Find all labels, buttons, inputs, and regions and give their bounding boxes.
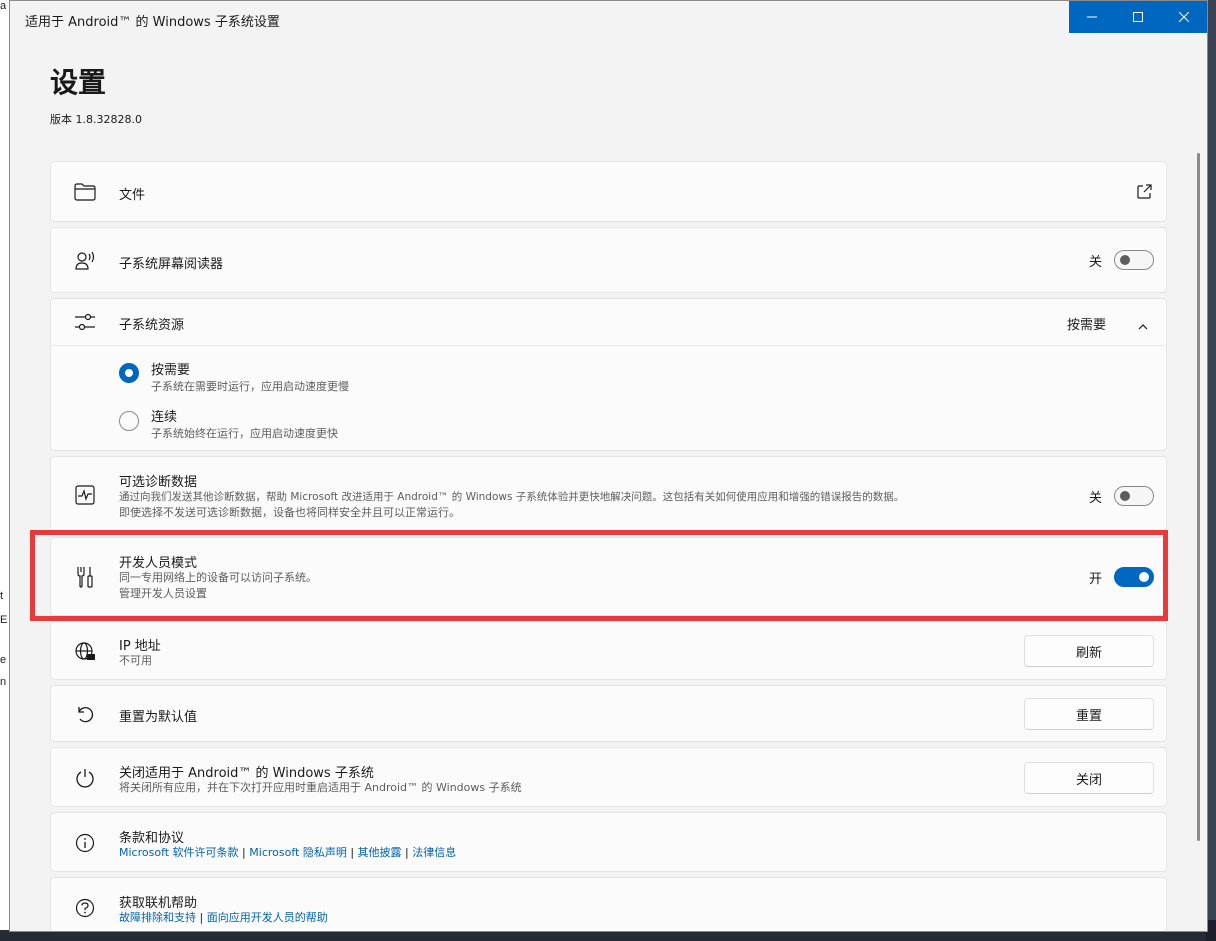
minimize-button[interactable] — [1069, 1, 1115, 33]
files-card[interactable]: 文件 — [50, 161, 1167, 222]
terms-card: 条款和协议 Microsoft 软件许可条款 | Microsoft 隐私声明 … — [50, 812, 1167, 872]
screen-reader-card: 子系统屏幕阅读器 关 — [50, 227, 1167, 293]
screen-reader-icon — [73, 249, 97, 273]
radio-continuous-label: 连续 — [151, 410, 178, 425]
screen-reader-label: 子系统屏幕阅读器 — [119, 257, 224, 272]
highlight-box — [30, 530, 1168, 621]
minimize-icon — [1087, 16, 1097, 18]
troubleshooting-link[interactable]: 故障排除和支持 — [119, 911, 196, 924]
background-text: a — [0, 0, 7, 12]
maximize-icon — [1133, 12, 1143, 22]
radio-on-demand-desc: 子系统在需要时运行，应用启动速度更慢 — [151, 380, 349, 393]
reset-label: 重置为默认值 — [119, 710, 198, 725]
radio-continuous[interactable] — [119, 411, 139, 431]
resources-header[interactable]: 子系统资源 按需要 — [51, 299, 1166, 345]
chevron-up-icon[interactable] — [1138, 316, 1148, 335]
folder-icon — [73, 180, 97, 204]
window-title: 适用于 Android™ 的 Windows 子系统设置 — [25, 15, 280, 30]
ip-address-value: 不可用 — [119, 654, 152, 667]
version-text: 版本 1.8.32828.0 — [50, 113, 142, 126]
diagnostics-label: 可选诊断数据 — [119, 475, 198, 490]
license-terms-link[interactable]: Microsoft 软件许可条款 — [119, 846, 239, 859]
developer-help-link[interactable]: 面向应用开发人员的帮助 — [207, 911, 328, 924]
privacy-statement-link[interactable]: Microsoft 隐私声明 — [249, 846, 347, 859]
activity-icon — [73, 483, 97, 507]
toggle-state-text: 关 — [1088, 490, 1102, 506]
scrollbar[interactable] — [1197, 153, 1200, 841]
diagnostics-desc-line2: 即使选择不发送可选诊断数据，设备也将同样安全并且可以正常运行。 — [119, 506, 460, 519]
diagnostics-toggle[interactable] — [1114, 486, 1154, 506]
page-title: 设置 — [50, 66, 107, 99]
globe-network-icon — [73, 640, 97, 664]
background-text: n — [0, 676, 7, 688]
link-separator: | — [238, 846, 250, 859]
close-button[interactable] — [1161, 1, 1207, 33]
diagnostics-toggle-wrap: 关 — [1089, 486, 1154, 506]
title-bar[interactable]: 适用于 Android™ 的 Windows 子系统设置 — [10, 1, 1207, 37]
sliders-icon — [73, 310, 97, 334]
power-icon — [73, 766, 97, 790]
resources-label: 子系统资源 — [119, 318, 185, 333]
shutdown-desc: 将关闭所有应用，并在下次打开应用时重启适用于 Android™ 的 Window… — [119, 781, 522, 794]
link-separator: | — [401, 846, 413, 859]
ip-address-card: IP 地址 不可用 刷新 — [50, 621, 1167, 680]
terms-label: 条款和协议 — [119, 831, 185, 846]
help-label: 获取联机帮助 — [119, 896, 198, 911]
link-separator: | — [346, 846, 358, 859]
help-links: 故障排除和支持 | 面向应用开发人员的帮助 — [119, 910, 328, 926]
toggle-knob — [1120, 491, 1130, 501]
toggle-knob — [1120, 255, 1130, 265]
background-text: E — [0, 614, 8, 626]
caption-buttons — [1069, 1, 1207, 33]
link-separator: | — [196, 911, 207, 924]
legal-info-link[interactable]: 法律信息 — [412, 846, 456, 859]
divider — [51, 345, 1166, 346]
close-icon — [1179, 12, 1189, 22]
background-text: e — [0, 654, 7, 666]
reset-button[interactable]: 重置 — [1024, 698, 1154, 730]
radio-continuous-desc: 子系统始终在运行，应用启动速度更快 — [151, 427, 338, 440]
maximize-button[interactable] — [1115, 1, 1161, 33]
question-icon — [73, 896, 97, 920]
settings-window: 适用于 Android™ 的 Windows 子系统设置 设置 版本 1.8.3… — [9, 0, 1208, 932]
screen-reader-toggle[interactable] — [1114, 250, 1154, 270]
other-disclosures-link[interactable]: 其他披露 — [358, 846, 402, 859]
shutdown-card: 关闭适用于 Android™ 的 Windows 子系统 将关闭所有应用，并在下… — [50, 747, 1167, 807]
diagnostics-card: 可选诊断数据 通过向我们发送其他诊断数据，帮助 Microsoft 改进适用于 … — [50, 456, 1167, 532]
radio-on-demand[interactable] — [119, 363, 139, 383]
undo-icon — [73, 702, 97, 726]
terms-links: Microsoft 软件许可条款 | Microsoft 隐私声明 | 其他披露… — [119, 845, 456, 861]
background-window-edge: a t E e n — [0, 0, 9, 941]
resources-selected-value: 按需要 — [1066, 318, 1106, 333]
shutdown-label: 关闭适用于 Android™ 的 Windows 子系统 — [119, 766, 374, 781]
resources-card: 子系统资源 按需要 按需要 子系统在需要时运行，应用启动速度更慢 连续 子系统始… — [50, 298, 1167, 451]
background-text: t — [0, 590, 4, 602]
info-icon — [73, 831, 97, 855]
diagnostics-desc-line1: 通过向我们发送其他诊断数据，帮助 Microsoft 改进适用于 Android… — [119, 491, 905, 503]
files-label: 文件 — [119, 188, 146, 203]
reset-card: 重置为默认值 重置 — [50, 685, 1167, 742]
open-external-icon[interactable] — [1137, 184, 1152, 203]
shutdown-button[interactable]: 关闭 — [1024, 762, 1154, 794]
ip-address-label: IP 地址 — [119, 639, 161, 654]
refresh-button[interactable]: 刷新 — [1024, 635, 1154, 667]
toggle-state-text: 关 — [1088, 254, 1102, 270]
help-card: 获取联机帮助 故障排除和支持 | 面向应用开发人员的帮助 — [50, 877, 1167, 931]
radio-on-demand-label: 按需要 — [151, 363, 191, 378]
screen-reader-toggle-wrap: 关 — [1089, 250, 1154, 270]
